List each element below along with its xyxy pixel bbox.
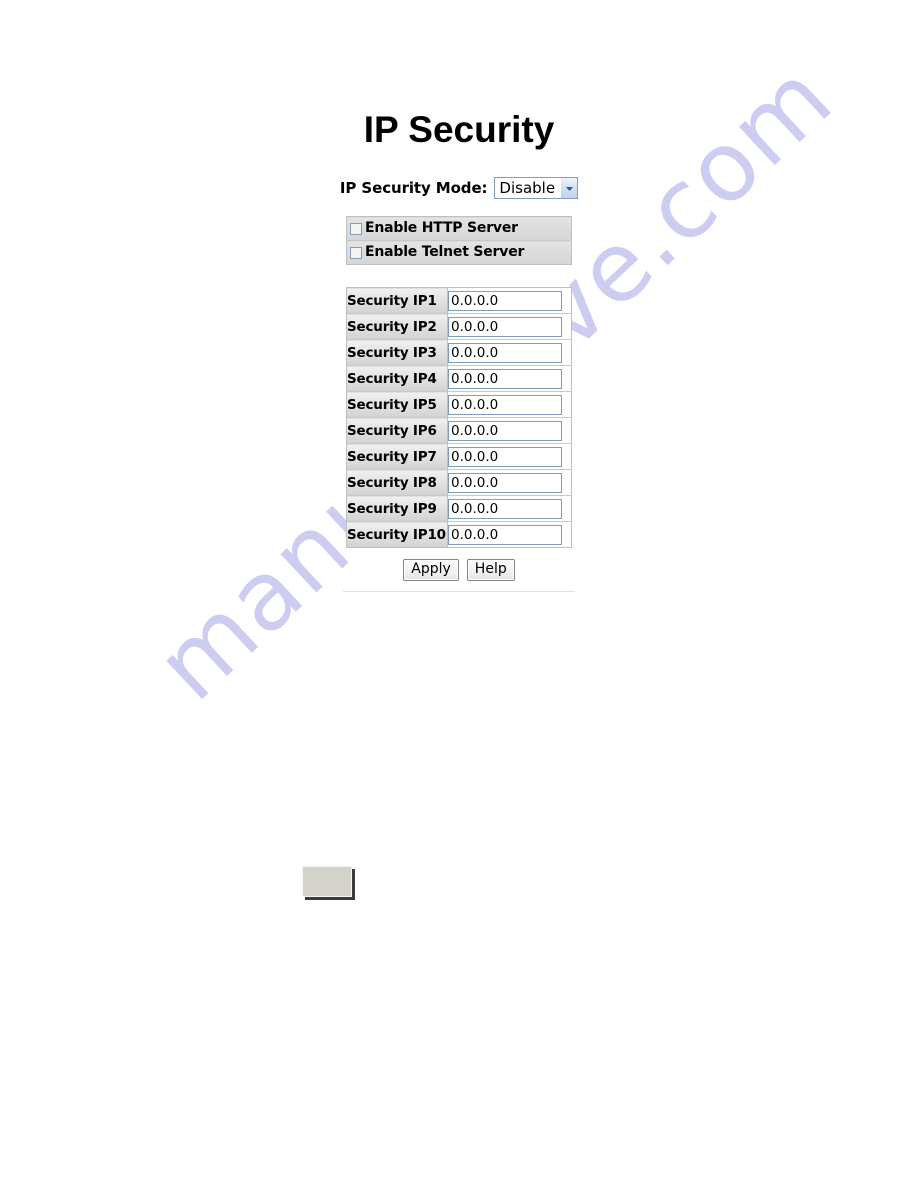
content-column: IP Security IP Security Mode: Disable En… — [0, 0, 918, 592]
enable-telnet-server-checkbox[interactable] — [350, 246, 362, 259]
security-ip10-label: Security IP10 — [346, 521, 448, 548]
enable-telnet-server-label: Enable Telnet Server — [365, 244, 525, 260]
image-placeholder — [302, 866, 352, 897]
security-ip3-label: Security IP3 — [346, 339, 448, 366]
security-ip1-input[interactable] — [448, 290, 562, 311]
security-ip6-input[interactable] — [448, 420, 562, 441]
table-row: Security IP1 — [346, 287, 572, 314]
table-row: Security IP5 — [346, 391, 572, 418]
security-ip7-input[interactable] — [448, 446, 562, 467]
table-row: Security IP9 — [346, 495, 572, 522]
button-row: Apply Help — [0, 559, 918, 581]
security-ip9-label: Security IP9 — [346, 495, 448, 522]
table-row: Enable HTTP Server — [346, 216, 572, 241]
security-ip6-label: Security IP6 — [346, 417, 448, 444]
table-row: Security IP3 — [346, 339, 572, 366]
table-row: Security IP4 — [346, 365, 572, 392]
security-ip4-input[interactable] — [448, 368, 562, 389]
security-ip1-label: Security IP1 — [346, 287, 448, 314]
apply-button[interactable]: Apply — [403, 559, 459, 581]
ip-security-mode-label: IP Security Mode: — [339, 179, 488, 197]
security-ip3-input[interactable] — [448, 342, 562, 363]
security-ip8-label: Security IP8 — [346, 469, 448, 496]
security-ip2-label: Security IP2 — [346, 313, 448, 340]
table-row: Security IP10 — [346, 521, 572, 548]
security-ip-table: Security IP1 Security IP2 Security IP3 — [346, 287, 572, 548]
page-title: IP Security — [363, 109, 555, 150]
ip-security-mode-select[interactable]: Disable — [494, 177, 579, 199]
ip-security-mode-value: Disable — [499, 179, 556, 197]
table-row: Security IP2 — [346, 313, 572, 340]
security-ip9-input[interactable] — [448, 498, 562, 519]
security-ip5-label: Security IP5 — [346, 391, 448, 418]
server-enable-table: Enable HTTP Server Enable Telnet Server — [346, 216, 572, 265]
table-row: Security IP8 — [346, 469, 572, 496]
security-ip5-input[interactable] — [448, 394, 562, 415]
security-ip10-input[interactable] — [448, 524, 562, 545]
security-ip4-label: Security IP4 — [346, 365, 448, 392]
enable-http-server-checkbox[interactable] — [350, 222, 362, 235]
ip-security-mode-row: IP Security Mode: Disable — [0, 176, 918, 200]
server-row-http[interactable]: Enable HTTP Server — [346, 216, 572, 241]
chevron-down-icon[interactable] — [560, 178, 578, 198]
security-ip8-input[interactable] — [448, 472, 562, 493]
security-ip7-label: Security IP7 — [346, 443, 448, 470]
help-button[interactable]: Help — [466, 559, 515, 581]
server-row-telnet[interactable]: Enable Telnet Server — [346, 240, 572, 265]
table-row: Enable Telnet Server — [346, 240, 572, 265]
horizontal-divider — [343, 591, 575, 592]
enable-http-server-label: Enable HTTP Server — [365, 220, 518, 236]
page-root: IP Security IP Security Mode: Disable En… — [0, 0, 918, 1188]
table-row: Security IP7 — [346, 443, 572, 470]
security-ip2-input[interactable] — [448, 316, 562, 337]
table-row: Security IP6 — [346, 417, 572, 444]
